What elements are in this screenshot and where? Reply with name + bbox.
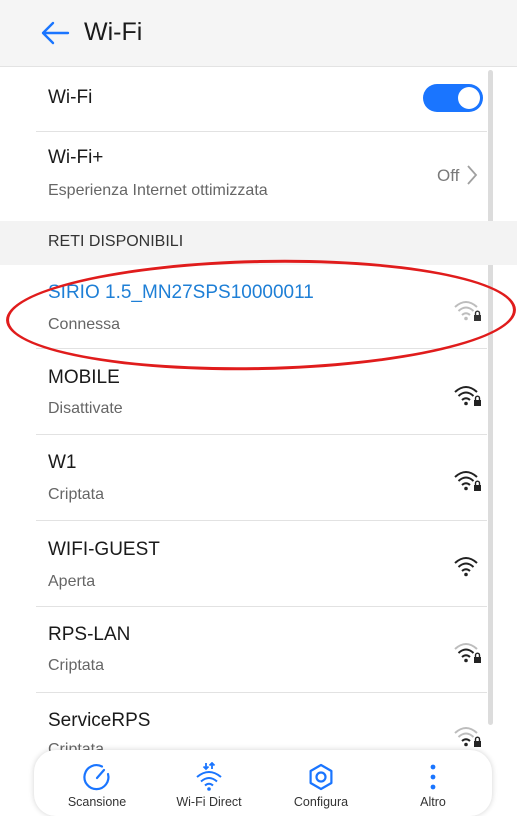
- wifi-plus-value: Off: [437, 166, 460, 185]
- wifi-toggle-label: Wi-Fi: [48, 87, 93, 108]
- network-name: W1: [48, 452, 77, 473]
- wifi-signal-locked-icon: [454, 386, 481, 406]
- network-name: MOBILE: [48, 367, 120, 388]
- chevron-right-icon: [467, 165, 478, 185]
- back-arrow-icon[interactable]: [40, 20, 70, 46]
- wifi-direct-button[interactable]: Wi-Fi Direct: [154, 750, 264, 816]
- scan-label: Scansione: [67, 795, 127, 809]
- wifi-toggle-row[interactable]: Wi-Fi: [48, 70, 481, 130]
- wifi-signal-locked-icon: [454, 471, 481, 491]
- wifi-switch[interactable]: [423, 84, 483, 112]
- network-status: Criptata: [48, 657, 105, 674]
- wifi-direct-icon: [196, 762, 222, 791]
- wifi-plus-subtitle: Esperienza Internet ottimizzata: [48, 182, 268, 199]
- configure-label: Configura: [293, 795, 349, 809]
- network-item[interactable]: RPS-LAN Criptata: [48, 610, 481, 690]
- section-label: RETI DISPONIBILI: [48, 233, 184, 250]
- scrollbar[interactable]: [488, 70, 493, 725]
- available-networks-header: RETI DISPONIBILI: [0, 221, 517, 265]
- wifi-plus-title: Wi-Fi+: [48, 147, 104, 168]
- bottom-toolbar: Scansione Wi-Fi Direct Configura Altro: [34, 750, 492, 816]
- network-item[interactable]: W1 Criptata: [48, 438, 481, 518]
- network-name: RPS-LAN: [48, 624, 131, 645]
- divider: [36, 606, 487, 607]
- network-status: Disattivate: [48, 400, 123, 417]
- network-item[interactable]: WIFI-GUEST Aperta: [48, 524, 481, 604]
- wifi-signal-locked-icon: [454, 643, 481, 663]
- network-item[interactable]: ServiceRPS Criptata: [48, 696, 481, 758]
- divider: [36, 434, 487, 435]
- configure-button[interactable]: Configura: [266, 750, 376, 816]
- scan-icon: [83, 764, 110, 791]
- more-label: Altro: [420, 795, 446, 809]
- divider: [36, 131, 487, 132]
- gear-icon: [309, 763, 333, 791]
- network-status: Criptata: [48, 486, 105, 503]
- network-name: ServiceRPS: [48, 710, 151, 731]
- divider: [36, 692, 487, 693]
- network-status: Aperta: [48, 573, 96, 590]
- page-title: Wi-Fi: [84, 18, 143, 46]
- network-name: WIFI-GUEST: [48, 539, 160, 560]
- wifi-signal-locked-icon: [454, 727, 481, 747]
- wifi-direct-label: Wi-Fi Direct: [176, 795, 242, 809]
- more-icon: [430, 764, 436, 790]
- app-bar: Wi-Fi: [0, 0, 517, 67]
- wifi-switch-knob: [458, 87, 480, 109]
- divider: [36, 520, 487, 521]
- wifi-plus-row[interactable]: Wi-Fi+ Esperienza Internet ottimizzata: [48, 135, 481, 219]
- wifi-signal-icon: [454, 557, 478, 577]
- scan-button[interactable]: Scansione: [42, 750, 152, 816]
- more-button[interactable]: Altro: [378, 750, 488, 816]
